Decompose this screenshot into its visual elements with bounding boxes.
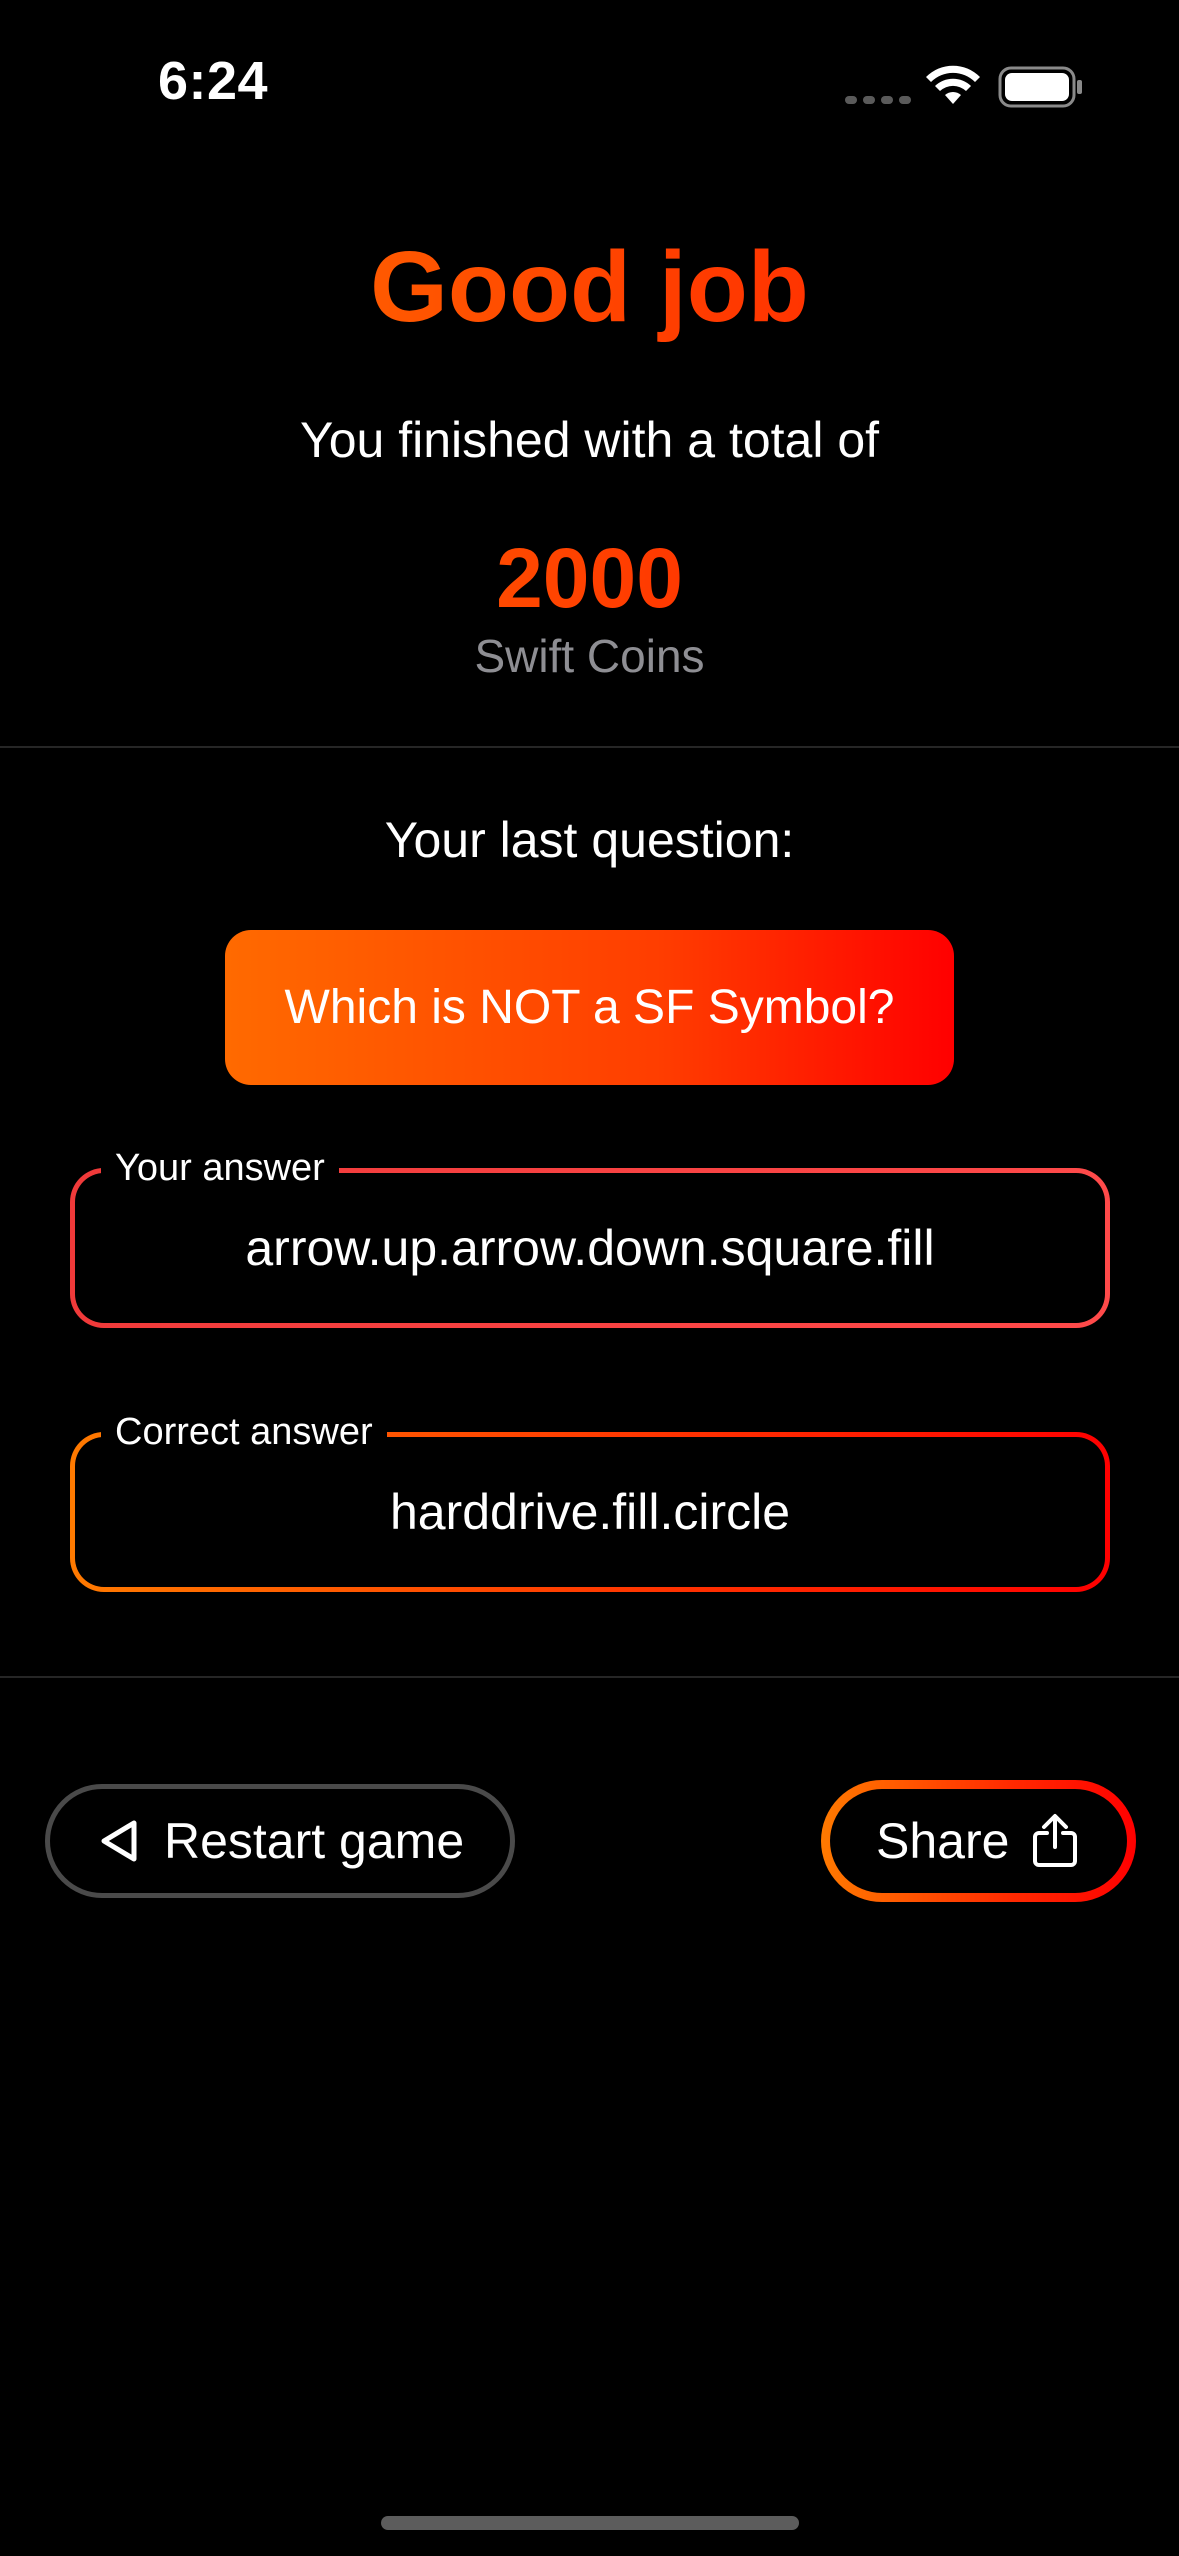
coins-total: 2000: [0, 530, 1179, 626]
status-bar: 6:24: [0, 0, 1179, 160]
home-indicator[interactable]: [381, 2516, 799, 2530]
share-button[interactable]: Share: [821, 1780, 1136, 1902]
correct-answer-label: Correct answer: [101, 1407, 387, 1457]
wifi-icon: [926, 65, 980, 104]
last-question-label: Your last question:: [384, 812, 795, 868]
back-triangle-icon: [101, 1820, 137, 1862]
restart-game-label: Restart game: [164, 1813, 465, 1869]
your-answer-label: Your answer: [101, 1143, 339, 1193]
share-label: Share: [876, 1813, 1010, 1869]
correct-answer-value: harddrive.fill.circle: [389, 1484, 791, 1540]
correct-answer-box: Correct answer harddrive.fill.circle: [70, 1407, 1110, 1592]
coins-unit-label: Swift Coins: [474, 630, 705, 682]
share-icon: [1033, 1814, 1078, 1867]
your-answer-box: Your answer arrow.up.arrow.down.square.f…: [70, 1143, 1110, 1328]
section-divider: [0, 1676, 1179, 1678]
battery-icon: [998, 66, 1082, 108]
your-answer-value: arrow.up.arrow.down.square.fill: [245, 1220, 935, 1276]
restart-game-button[interactable]: Restart game: [45, 1784, 515, 1898]
last-question-card: Which is NOT a SF Symbol?: [225, 930, 954, 1085]
last-question-text: Which is NOT a SF Symbol?: [284, 981, 895, 1034]
section-divider: [0, 746, 1179, 748]
status-time: 6:24: [158, 51, 269, 111]
page-title: Good job: [0, 232, 1179, 342]
cellular-signal-icon: [845, 96, 911, 104]
result-subtitle: You finished with a total of: [299, 412, 880, 468]
